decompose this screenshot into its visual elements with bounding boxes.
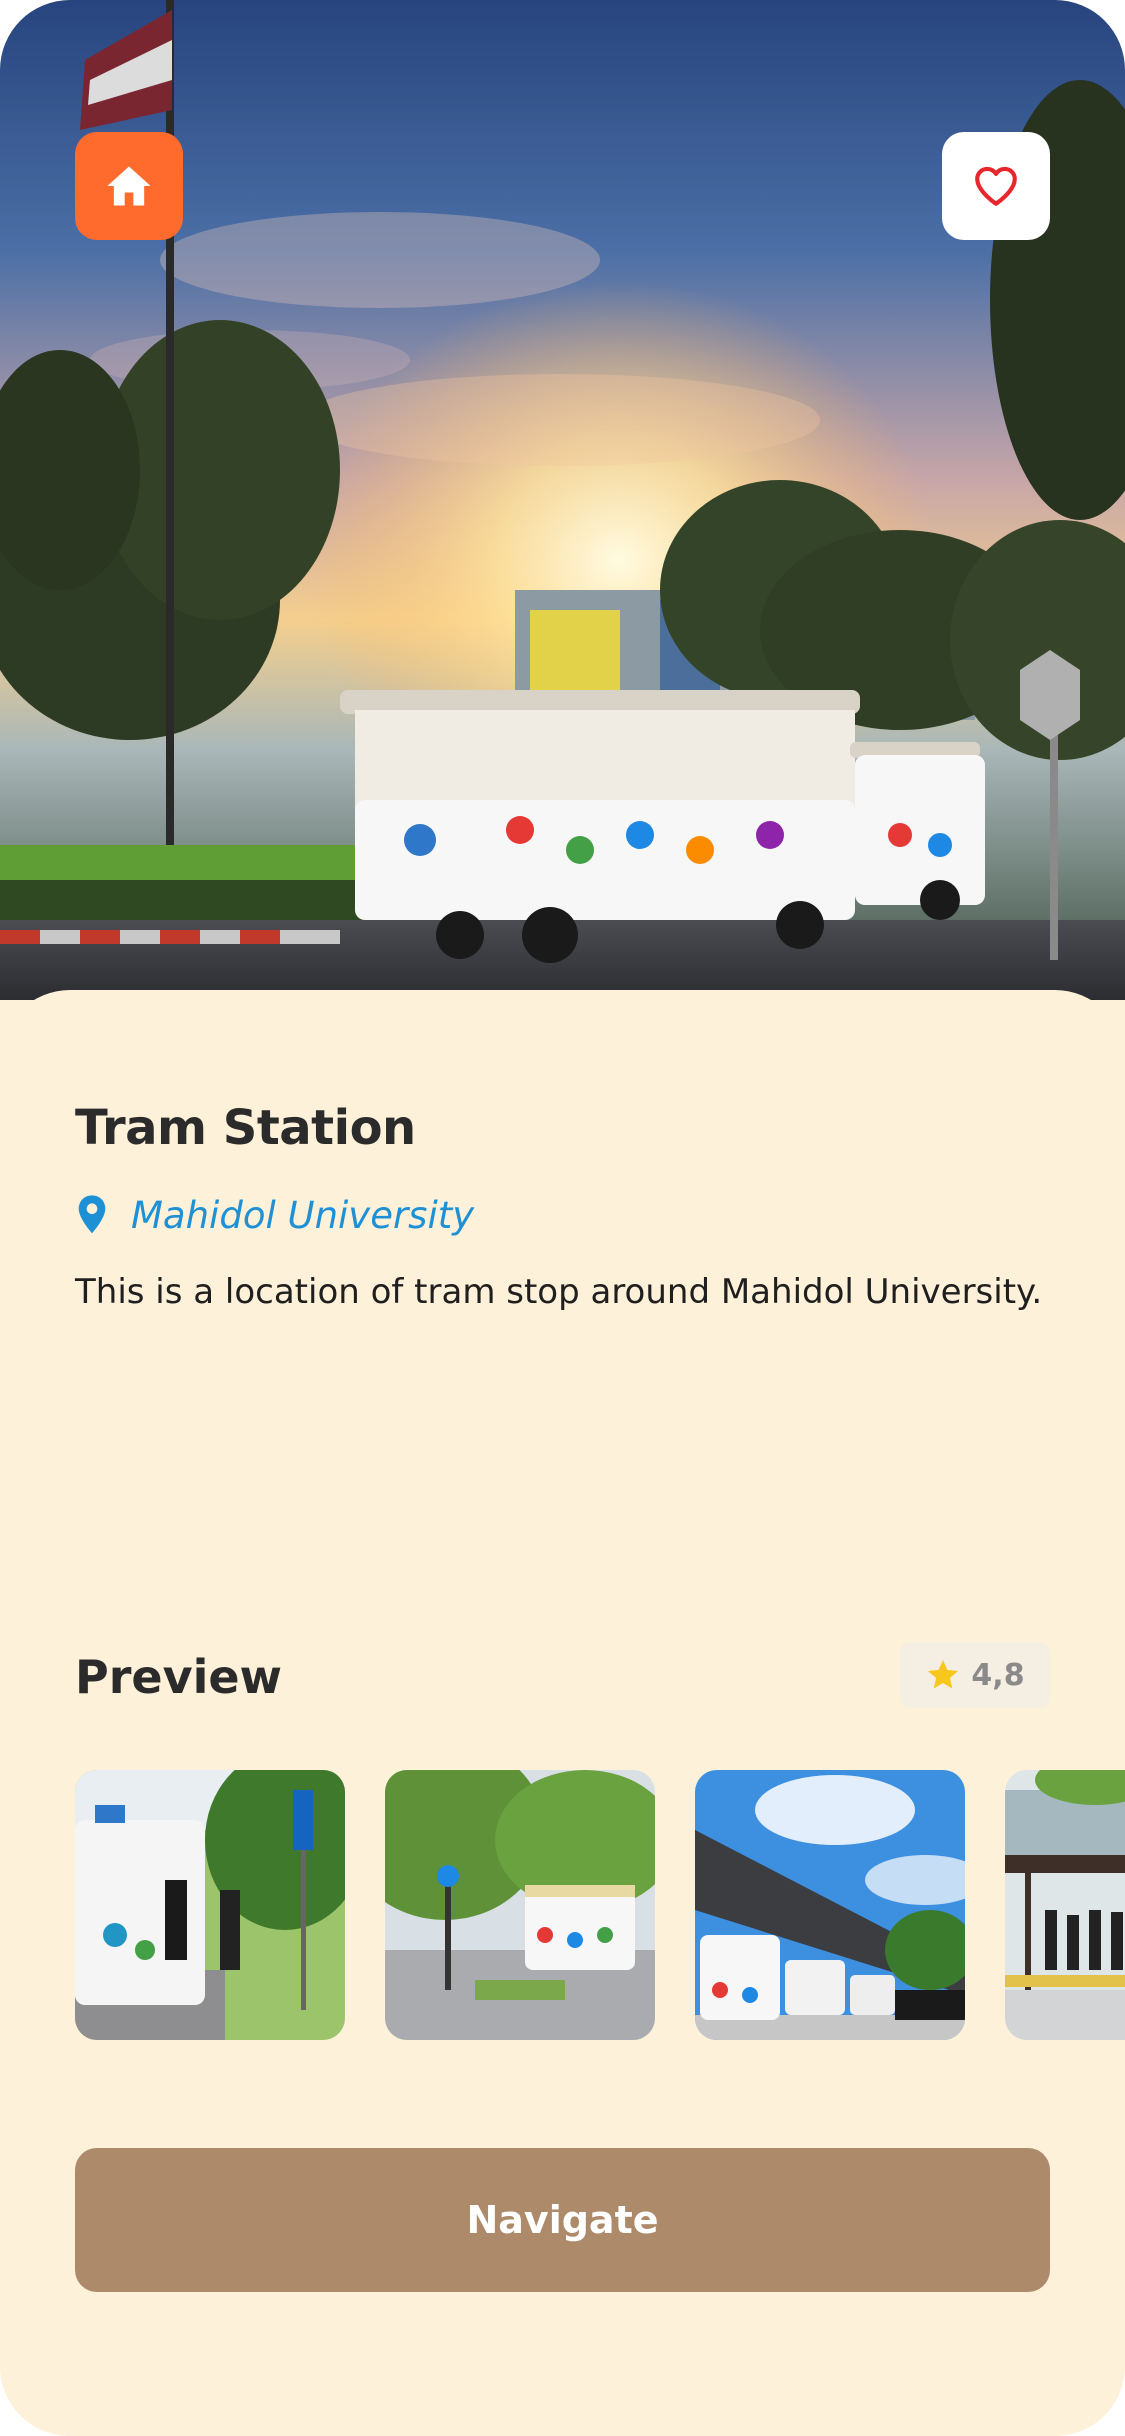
preview-thumbnail[interactable] [1005, 1770, 1125, 2040]
preview-thumbnail[interactable] [695, 1770, 965, 2040]
preview-thumbnail[interactable] [75, 1770, 345, 2040]
location-row[interactable]: Mahidol University [75, 1187, 474, 1243]
hero-image [0, 0, 1125, 1000]
rating-value: 4,8 [971, 1657, 1025, 1693]
location-pin-icon [78, 1195, 106, 1234]
favorite-button[interactable] [942, 132, 1050, 240]
home-button[interactable] [75, 132, 183, 240]
star-icon [928, 1660, 959, 1689]
preview-heading: Preview [75, 1650, 283, 1704]
home-icon [107, 166, 151, 206]
navigate-label: Navigate [466, 2198, 659, 2242]
preview-thumbnail[interactable] [385, 1770, 655, 2040]
place-title: Tram Station [75, 1100, 416, 1156]
preview-gallery[interactable] [75, 1770, 1125, 2040]
heart-outline-icon [975, 166, 1017, 206]
place-description: This is a location of tram stop around M… [75, 1272, 1043, 1312]
app-screen: Tram Station Mahidol University This is … [0, 0, 1125, 2436]
rating-badge: 4,8 [900, 1642, 1050, 1708]
navigate-button[interactable]: Navigate [75, 2148, 1050, 2292]
location-link[interactable]: Mahidol University [131, 1194, 474, 1237]
